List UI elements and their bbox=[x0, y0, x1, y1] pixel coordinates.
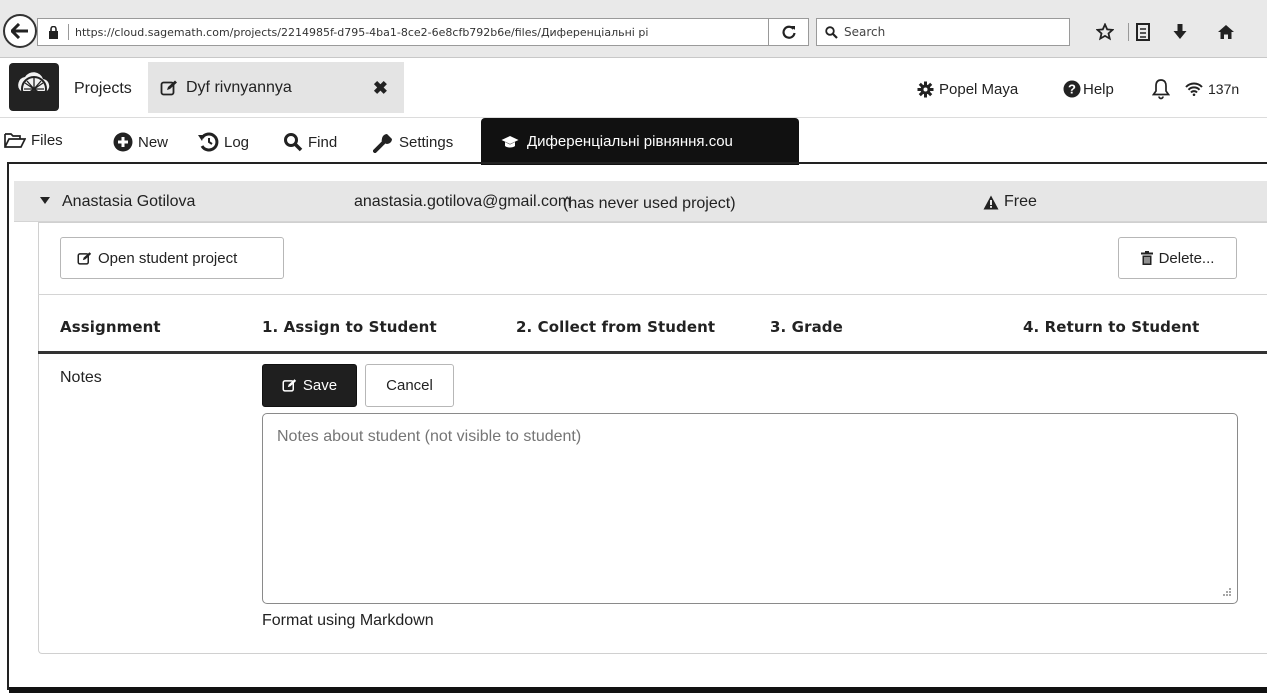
address-bar[interactable]: https://cloud.sagemath.com/projects/2214… bbox=[37, 18, 809, 46]
edit-icon bbox=[160, 80, 177, 95]
student-plan: Free bbox=[983, 193, 1037, 211]
column-header-grade: 3. Grade bbox=[770, 318, 843, 336]
close-tab-button[interactable]: ✖ bbox=[373, 78, 388, 99]
url-separator bbox=[68, 24, 69, 40]
history-icon bbox=[198, 132, 219, 152]
open-student-project-button[interactable]: Open student project bbox=[60, 237, 284, 279]
student-name: Anastasia Gotilova bbox=[62, 193, 196, 210]
wifi-icon bbox=[1185, 82, 1203, 96]
help-icon: ? bbox=[1063, 80, 1081, 98]
column-header-assignment: Assignment bbox=[60, 318, 161, 336]
frame-shadow bbox=[9, 687, 1267, 693]
lock-icon bbox=[48, 25, 66, 39]
search-placeholder: Search bbox=[844, 25, 886, 39]
nav-find[interactable]: Find bbox=[283, 132, 337, 152]
nav-log-label: Log bbox=[224, 133, 250, 151]
open-student-project-label: Open student project bbox=[98, 249, 238, 267]
delete-student-button[interactable]: Delete... bbox=[1118, 237, 1237, 279]
nav-new-label: New bbox=[138, 133, 169, 151]
nav-files-label: Files bbox=[31, 132, 63, 149]
resize-grip-icon[interactable] bbox=[1222, 587, 1232, 597]
section-divider bbox=[38, 294, 1267, 295]
plus-circle-icon bbox=[113, 132, 133, 152]
connection-status[interactable]: 137n bbox=[1185, 78, 1239, 100]
nav-find-label: Find bbox=[308, 133, 338, 151]
search-icon bbox=[825, 25, 838, 39]
sagemath-logo[interactable] bbox=[9, 63, 59, 111]
browser-actions bbox=[1082, 18, 1249, 46]
caret-down-icon[interactable] bbox=[40, 197, 50, 204]
ping-value: 137n bbox=[1208, 81, 1240, 97]
nav-log[interactable]: Log bbox=[197, 132, 249, 152]
nav-files[interactable]: Files bbox=[4, 132, 63, 149]
app-topbar: Projects Dyf rivnyannya ✖ Popel Maya ? H… bbox=[0, 58, 1267, 118]
delete-student-label: Delete... bbox=[1158, 249, 1215, 267]
projects-link[interactable]: Projects bbox=[74, 80, 132, 98]
gear-icon bbox=[917, 81, 934, 97]
student-plan-label: Free bbox=[1004, 193, 1037, 210]
reading-list-icon[interactable] bbox=[1129, 23, 1157, 41]
trash-icon bbox=[1140, 251, 1153, 265]
reload-icon bbox=[781, 25, 796, 39]
nav-settings-label: Settings bbox=[399, 134, 454, 151]
download-icon[interactable] bbox=[1157, 23, 1203, 41]
warning-icon bbox=[983, 195, 999, 209]
search-icon bbox=[284, 133, 303, 152]
user-name: Popel Maya bbox=[939, 80, 1019, 98]
save-notes-button[interactable]: Save bbox=[262, 364, 357, 407]
student-notes-textarea[interactable] bbox=[262, 413, 1238, 604]
browser-toolbar: https://cloud.sagemath.com/projects/2214… bbox=[0, 0, 1267, 58]
file-navigation: Files New Log Find Settings Диференціаль… bbox=[0, 118, 1267, 165]
student-activity-status: (has never used project) bbox=[563, 195, 736, 212]
svg-text:?: ? bbox=[1068, 82, 1076, 97]
markdown-hint: Format using Markdown bbox=[262, 612, 434, 629]
bell-icon bbox=[1152, 79, 1170, 100]
notifications-button[interactable] bbox=[1152, 78, 1170, 100]
nav-new[interactable]: New bbox=[113, 132, 168, 152]
notes-label: Notes bbox=[60, 369, 102, 386]
folder-open-icon bbox=[4, 133, 26, 148]
active-file-tab[interactable]: Диференціальні рівняння.cou bbox=[481, 118, 799, 165]
student-row-header[interactable]: Anastasia Gotilova anastasia.gotilova@gm… bbox=[14, 181, 1267, 222]
help-label: Help bbox=[1083, 80, 1114, 98]
help-button[interactable]: ? Help bbox=[1063, 78, 1114, 100]
project-tab[interactable]: Dyf rivnyannya ✖ bbox=[148, 62, 404, 113]
column-header-assign: 1. Assign to Student bbox=[262, 318, 437, 336]
arrow-left-icon bbox=[11, 23, 28, 39]
browser-search-input[interactable]: Search bbox=[816, 18, 1070, 46]
account-menu[interactable]: Popel Maya bbox=[917, 78, 1018, 100]
home-icon[interactable] bbox=[1203, 24, 1249, 40]
url-text[interactable]: https://cloud.sagemath.com/projects/2214… bbox=[75, 26, 735, 39]
graduation-cap-icon bbox=[501, 135, 519, 147]
back-button[interactable] bbox=[3, 14, 37, 48]
wrench-icon bbox=[373, 134, 392, 153]
cloud-logo-icon bbox=[18, 72, 50, 102]
cancel-notes-label: Cancel bbox=[386, 377, 433, 394]
bookmark-star-icon[interactable] bbox=[1082, 23, 1128, 41]
edit-icon bbox=[77, 251, 92, 265]
nav-settings[interactable]: Settings bbox=[373, 132, 453, 153]
active-file-name: Диференціальні рівняння.cou bbox=[527, 133, 733, 150]
column-header-return: 4. Return to Student bbox=[1023, 318, 1200, 336]
student-email: anastasia.gotilova@gmail.com bbox=[354, 193, 572, 210]
edit-icon bbox=[282, 379, 297, 392]
column-header-collect: 2. Collect from Student bbox=[516, 318, 716, 336]
cancel-notes-button[interactable]: Cancel bbox=[365, 364, 454, 407]
table-header-divider bbox=[38, 351, 1267, 354]
reload-button[interactable] bbox=[768, 19, 808, 45]
save-notes-label: Save bbox=[302, 377, 338, 394]
project-tab-title: Dyf rivnyannya bbox=[186, 78, 292, 96]
